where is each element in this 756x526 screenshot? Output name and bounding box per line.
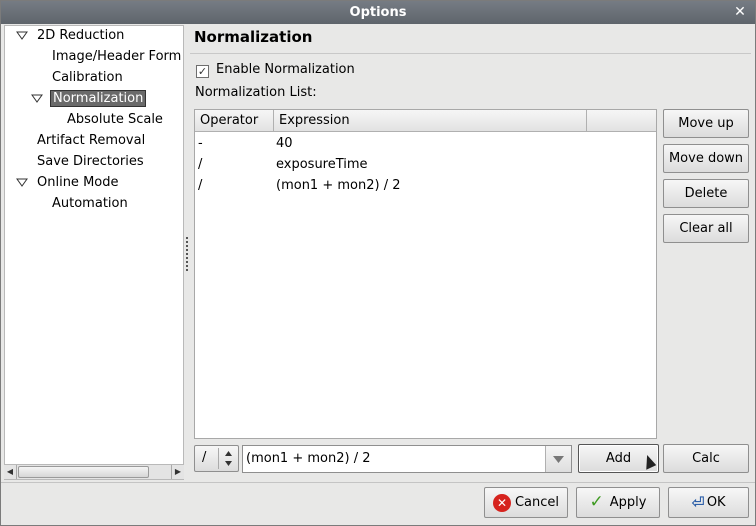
operator-cell: - [198, 136, 203, 151]
enable-normalization-checkbox[interactable]: ✓ [196, 65, 209, 78]
tree-item-normalization[interactable]: Normalization [50, 89, 147, 109]
tree-item-automation[interactable]: Automation [52, 194, 128, 214]
tree-horizontal-scrollbar[interactable]: ◀ ▶ [4, 464, 184, 479]
tree-item-label: Normalization [50, 90, 147, 107]
tree-item-calibration[interactable]: Calibration [52, 68, 123, 88]
cancel-icon: ✕ [492, 493, 511, 512]
chevron-down-icon [553, 456, 564, 463]
scroll-left-icon[interactable]: ◀ [4, 465, 17, 479]
apply-label: Apply [609, 495, 647, 510]
tree-item-absolute-scale[interactable]: Absolute Scale [67, 110, 163, 130]
column-header-expression[interactable]: Expression [274, 110, 587, 132]
select-divider [218, 448, 219, 469]
title-divider [190, 53, 751, 54]
expand-arrow-icon[interactable] [16, 31, 28, 40]
scrollbar-thumb[interactable] [18, 466, 149, 478]
table-header: Operator Expression [195, 110, 656, 132]
expression-input[interactable]: (mon1 + mon2) / 2 [242, 445, 572, 473]
calc-button[interactable]: Calc [663, 444, 749, 473]
tree-item-2d-reduction[interactable]: 2D Reduction [37, 26, 124, 46]
checkmark-icon: ✓ [589, 492, 604, 512]
close-icon[interactable]: ✕ [731, 4, 749, 21]
window-title: Options [349, 5, 407, 20]
clear-all-button[interactable]: Clear all [663, 214, 749, 243]
table-row[interactable]: / (mon1 + mon2) / 2 [195, 175, 656, 196]
options-tree: 2D Reduction Image/Header Form Calibrati… [4, 25, 184, 480]
normalization-table: Operator Expression - 40 / exposureTime … [194, 109, 657, 439]
table-row[interactable]: / exposureTime [195, 154, 656, 175]
cancel-label: Cancel [514, 495, 560, 510]
ok-button[interactable]: ⏎ OK [668, 487, 749, 518]
enable-normalization-row[interactable]: ✓ Enable Normalization [196, 61, 355, 79]
options-dialog: Options ✕ 2D Reduction Image/Header Form… [0, 0, 756, 526]
column-header-operator[interactable]: Operator [195, 110, 274, 132]
tree-item-online-mode[interactable]: Online Mode [37, 173, 119, 193]
cancel-button[interactable]: ✕ Cancel [484, 487, 568, 518]
operator-cell: / [198, 157, 203, 172]
move-up-button[interactable]: Move up [663, 109, 749, 138]
apply-button[interactable]: ✓ Apply [576, 487, 660, 518]
expand-arrow-icon[interactable] [16, 178, 28, 187]
delete-button[interactable]: Delete [663, 179, 749, 208]
expand-arrow-icon[interactable] [31, 94, 43, 103]
move-down-button[interactable]: Move down [663, 144, 749, 173]
title-bar: Options ✕ [1, 1, 755, 24]
tree-item-save-directories[interactable]: Save Directories [37, 152, 144, 172]
scroll-right-icon[interactable]: ▶ [171, 465, 184, 479]
column-header-extra[interactable] [587, 110, 656, 132]
ok-label: OK [706, 495, 726, 510]
operator-select-value: / [202, 450, 207, 465]
enter-arrow-icon: ⏎ [691, 493, 705, 512]
tree-item-artifact-removal[interactable]: Artifact Removal [37, 131, 145, 151]
operator-select[interactable]: / [194, 445, 239, 472]
enable-normalization-label: Enable Normalization [216, 62, 355, 77]
expression-cell: 40 [276, 136, 293, 151]
expression-cell: exposureTime [276, 157, 368, 172]
panel-splitter-handle[interactable] [186, 237, 188, 271]
operator-cell: / [198, 178, 203, 193]
footer-divider [1, 482, 755, 483]
table-row[interactable]: - 40 [195, 133, 656, 154]
normalization-list-label: Normalization List: [195, 85, 317, 100]
tree-item-image-header-format[interactable]: Image/Header Form [52, 47, 181, 67]
expression-dropdown-button[interactable] [545, 446, 571, 472]
spin-arrows-icon [225, 451, 232, 466]
page-title: Normalization [194, 28, 313, 46]
expression-cell: (mon1 + mon2) / 2 [276, 178, 401, 193]
